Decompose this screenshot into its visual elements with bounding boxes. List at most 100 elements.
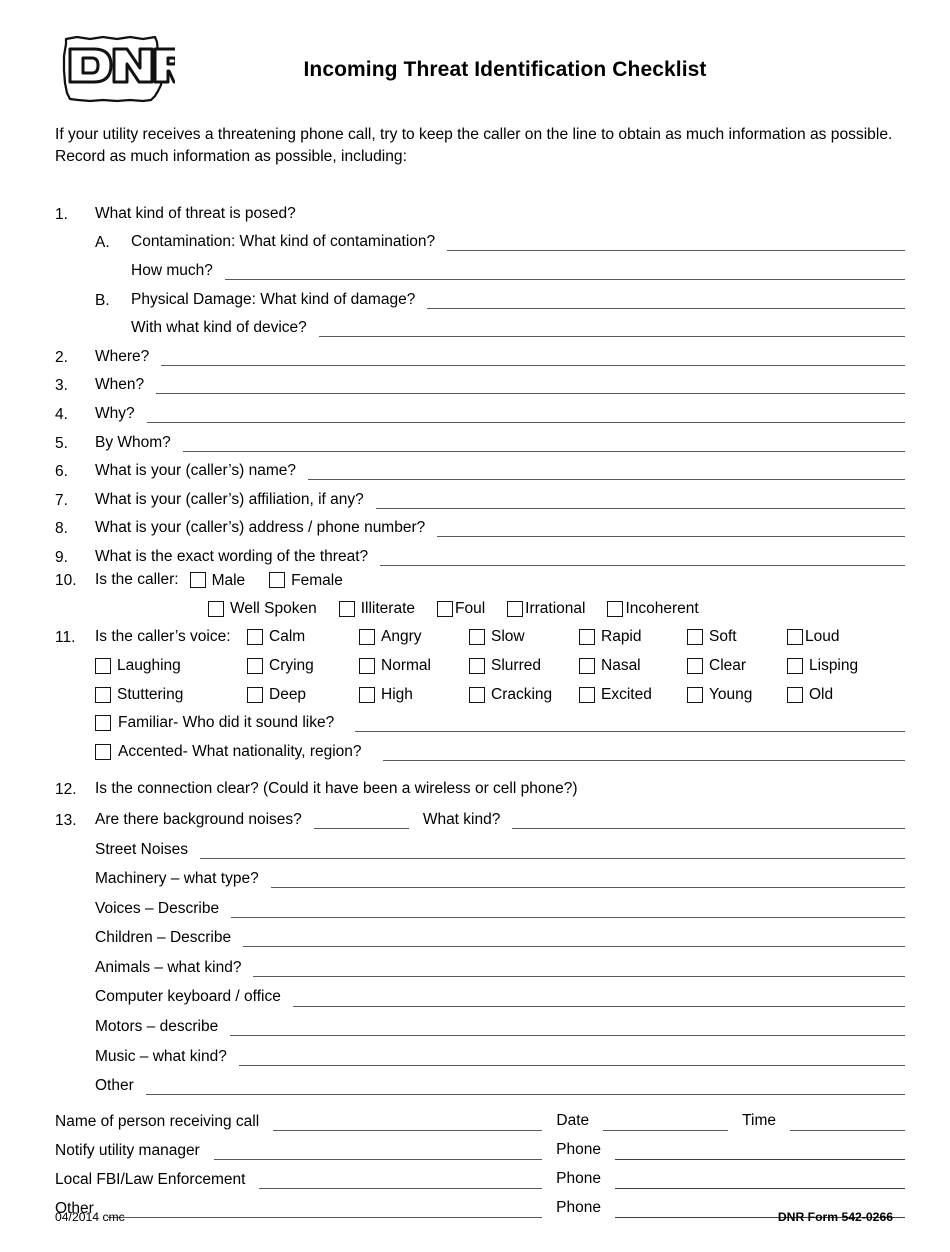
checkbox-box-icon[interactable] bbox=[247, 686, 263, 703]
checkbox-box-icon[interactable] bbox=[338, 600, 355, 617]
checkbox-box-icon[interactable] bbox=[579, 658, 595, 675]
answer-line-utility-manager[interactable] bbox=[213, 1143, 543, 1161]
checkbox-box-icon[interactable] bbox=[687, 629, 703, 646]
answer-line-fbi[interactable] bbox=[259, 1172, 543, 1190]
checkbox-box-icon[interactable] bbox=[359, 658, 375, 675]
question-list: 1. What kind of threat is posed? A. Cont… bbox=[0, 194, 950, 1096]
checkbox-label: Foul bbox=[455, 599, 486, 617]
checkbox-item-excited[interactable]: Excited bbox=[579, 686, 687, 704]
checkbox-item-lisping[interactable]: Lisping bbox=[787, 657, 887, 675]
checkbox-label: Incoherent bbox=[625, 599, 699, 617]
checkbox-item-slurred[interactable]: Slurred bbox=[469, 657, 579, 675]
checkbox-item-illiterate[interactable]: Illiterate bbox=[338, 600, 415, 618]
checkbox-item-rapid[interactable]: Rapid bbox=[579, 628, 687, 646]
caller-voice-section: 11. Is the caller’s voice: Calm Angry Sl… bbox=[0, 623, 950, 709]
answer-line-voices[interactable] bbox=[231, 901, 905, 918]
answer-line-what-kind[interactable] bbox=[512, 812, 905, 829]
answer-line-utility-manager-phone[interactable] bbox=[615, 1143, 905, 1161]
checkbox-box-icon[interactable] bbox=[687, 658, 703, 675]
answer-line-device[interactable] bbox=[318, 320, 905, 338]
checkbox-box-icon[interactable] bbox=[95, 715, 111, 732]
checkbox-item-soft[interactable]: Soft bbox=[687, 628, 787, 646]
answer-line-background-noises[interactable] bbox=[313, 812, 409, 829]
checkbox-item-clear[interactable]: Clear bbox=[687, 657, 787, 675]
checkbox-box-icon[interactable] bbox=[359, 629, 375, 646]
checkbox-item-normal[interactable]: Normal bbox=[359, 657, 469, 675]
answer-line-motors[interactable] bbox=[230, 1019, 905, 1037]
answer-line-exact-wording[interactable] bbox=[380, 549, 905, 566]
answer-line-affiliation[interactable] bbox=[375, 492, 905, 509]
checkbox-box-icon[interactable] bbox=[787, 686, 803, 703]
checkbox-box-icon[interactable] bbox=[507, 600, 524, 617]
question-number: 11. bbox=[55, 628, 76, 646]
checkbox-label: Rapid bbox=[601, 628, 642, 646]
answer-line-fbi-phone[interactable] bbox=[615, 1172, 905, 1190]
checkbox-box-icon[interactable] bbox=[469, 658, 485, 675]
checkbox-item-young[interactable]: Young bbox=[687, 686, 787, 704]
checkbox-box-icon[interactable] bbox=[189, 572, 206, 589]
answer-line-accented[interactable] bbox=[382, 744, 905, 761]
answer-line-by-whom[interactable] bbox=[182, 435, 905, 452]
answer-line-other-noise[interactable] bbox=[145, 1078, 905, 1096]
checkbox-item-nasal[interactable]: Nasal bbox=[579, 657, 687, 675]
checkbox-box-icon[interactable] bbox=[787, 658, 803, 675]
checkbox-item-deep[interactable]: Deep bbox=[247, 686, 359, 704]
answer-line-address-phone[interactable] bbox=[437, 520, 905, 538]
answer-line-how-much[interactable] bbox=[224, 263, 905, 281]
answer-line-when[interactable] bbox=[156, 377, 905, 395]
checkbox-item-irrational[interactable]: Irrational bbox=[507, 600, 585, 618]
checkbox-item-high[interactable]: High bbox=[359, 686, 469, 704]
answer-line-physical-damage[interactable] bbox=[427, 292, 905, 309]
checkbox-box-icon[interactable] bbox=[469, 686, 485, 703]
checkbox-box-icon[interactable] bbox=[787, 629, 803, 646]
contact-row-name: Name of person receiving call Date Time bbox=[0, 1102, 950, 1132]
checkbox-item-male[interactable]: Male bbox=[189, 572, 245, 589]
noise-row-computer: Computer keyboard / office bbox=[0, 977, 950, 1007]
checkbox-item-stuttering[interactable]: Stuttering bbox=[95, 686, 247, 704]
checkbox-item-cracking[interactable]: Cracking bbox=[469, 686, 579, 704]
checkbox-box-icon[interactable] bbox=[95, 744, 111, 761]
checkbox-box-icon[interactable] bbox=[579, 686, 595, 703]
answer-line-familiar[interactable] bbox=[355, 715, 905, 732]
checkbox-item-slow[interactable]: Slow bbox=[469, 628, 579, 646]
checkbox-box-icon[interactable] bbox=[247, 629, 263, 646]
answer-line-date[interactable] bbox=[603, 1114, 729, 1132]
checkbox-box-icon[interactable] bbox=[579, 629, 595, 646]
answer-line-contamination[interactable] bbox=[447, 234, 905, 252]
answer-line-computer-keyboard[interactable] bbox=[292, 990, 905, 1007]
answer-line-street-noises[interactable] bbox=[200, 842, 905, 859]
checkbox-item-female[interactable]: Female bbox=[269, 572, 343, 589]
checkbox-item-angry[interactable]: Angry bbox=[359, 628, 469, 646]
checkbox-item-incoherent[interactable]: Incoherent bbox=[607, 599, 699, 618]
checkbox-box-icon[interactable] bbox=[437, 600, 454, 617]
checkbox-box-icon[interactable] bbox=[95, 658, 111, 675]
checkbox-item-calm[interactable]: Calm bbox=[247, 628, 359, 646]
checkbox-box-icon[interactable] bbox=[607, 600, 624, 617]
checkbox-item-foul[interactable]: Foul bbox=[437, 600, 485, 618]
answer-line-caller-name[interactable] bbox=[308, 463, 905, 481]
checkbox-box-icon[interactable] bbox=[95, 686, 111, 703]
checkbox-box-icon[interactable] bbox=[687, 686, 703, 703]
checkbox-box-icon[interactable] bbox=[359, 686, 375, 703]
checkbox-item-well-spoken[interactable]: Well Spoken bbox=[208, 600, 317, 618]
checkbox-box-icon[interactable] bbox=[247, 658, 263, 675]
answer-line-children[interactable] bbox=[243, 930, 905, 948]
noise-row-children: Children – Describe bbox=[0, 918, 950, 948]
answer-line-time[interactable] bbox=[790, 1114, 905, 1132]
checkbox-box-icon[interactable] bbox=[208, 600, 224, 617]
answer-line-where[interactable] bbox=[161, 349, 905, 366]
checkbox-item-old[interactable]: Old bbox=[787, 686, 887, 704]
checkbox-label: Crying bbox=[269, 657, 314, 675]
checkbox-box-icon[interactable] bbox=[269, 572, 286, 589]
checkbox-item-loud[interactable]: Loud bbox=[787, 628, 887, 646]
noise-label: Voices – Describe bbox=[95, 899, 220, 917]
answer-line-machinery[interactable] bbox=[270, 871, 905, 889]
answer-line-music[interactable] bbox=[238, 1049, 905, 1066]
checkbox-item-laughing[interactable]: Laughing bbox=[95, 657, 247, 675]
answer-line-animals[interactable] bbox=[253, 960, 905, 977]
answer-line-why[interactable] bbox=[146, 406, 905, 424]
answer-line-receiver-name[interactable] bbox=[273, 1114, 543, 1132]
checkbox-item-crying[interactable]: Crying bbox=[247, 657, 359, 675]
question-number: 1. bbox=[55, 205, 68, 223]
checkbox-box-icon[interactable] bbox=[469, 629, 485, 646]
